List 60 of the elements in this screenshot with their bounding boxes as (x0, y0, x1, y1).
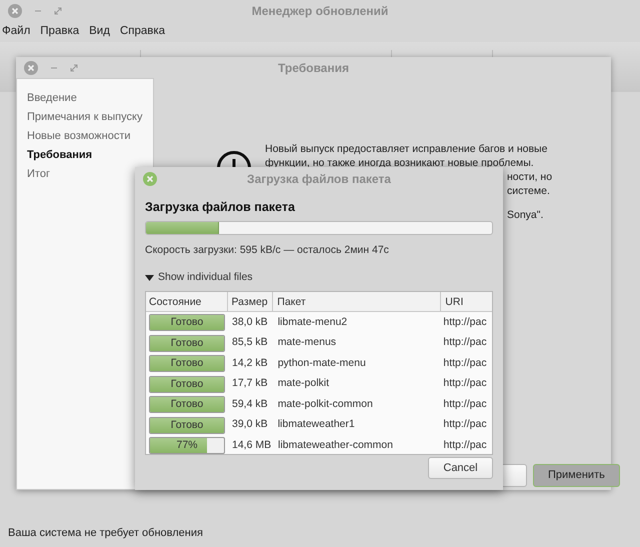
table-cell-text: 17,7 kB (231, 376, 269, 392)
apply-button[interactable]: Применить (533, 464, 620, 487)
sidebar-item[interactable]: Новые возможности (17, 127, 153, 146)
column-header[interactable]: Пакет (273, 292, 442, 312)
column-header[interactable]: Состояние (146, 292, 228, 312)
table-cell-text: http://pac (442, 376, 488, 392)
status-text: Готово (170, 336, 204, 350)
window-title: Загрузка файлов пакета (247, 170, 391, 188)
maximize-button[interactable] (54, 7, 62, 15)
maximize-button[interactable] (70, 64, 78, 72)
table-cell-text: libmate-menu2 (276, 314, 348, 330)
body-text: ности, но (507, 170, 552, 184)
status-text: Готово (170, 397, 204, 412)
table-cell-text: 14,2 kB (231, 356, 269, 371)
table-cell-text: 59,4 kB (231, 396, 269, 412)
table-cell-text: 38,0 kB (231, 314, 269, 330)
close-button[interactable] (8, 4, 22, 18)
table-cell-text: mate-menus (276, 335, 338, 350)
status-text: Ваша система не требует обновления (8, 526, 203, 541)
table-cell-text: http://pac (442, 356, 488, 371)
column-header[interactable]: URI (441, 292, 492, 312)
close-button[interactable] (24, 61, 38, 75)
table-cell-text: mate-polkit-common (276, 396, 374, 412)
body-text: Новый выпуск предоставляет исправление багов и новые (265, 142, 548, 156)
table-cell-text: 85,5 kB (231, 335, 269, 350)
table-cell-text: 39,0 kB (231, 417, 269, 432)
column-header[interactable]: Размер (228, 292, 274, 312)
body-text: системе. (507, 184, 550, 198)
status-text: 77% (175, 438, 198, 453)
table-cell-text: 14,6 MB (231, 438, 272, 453)
status-text: Готово (170, 376, 204, 392)
expander[interactable]: Show individual files (145, 270, 253, 286)
menu-item[interactable]: Правка (40, 23, 80, 41)
menu-item[interactable]: Справка (120, 23, 166, 41)
close-button[interactable] (143, 172, 157, 186)
cancel-button[interactable]: Cancel (428, 457, 493, 479)
table-cell-text: http://pac (442, 335, 488, 350)
table-cell-text: libmateweather-common (277, 438, 394, 453)
menu-item[interactable]: Файл (2, 23, 30, 41)
table-cell-text: libmateweather1 (276, 417, 356, 432)
sidebar-item[interactable]: Требования (17, 146, 153, 165)
table-cell-text: python-mate-menu (276, 356, 367, 371)
window-title: Требования (278, 60, 349, 77)
warning-icon (216, 150, 252, 167)
menu-item[interactable]: Вид (89, 23, 110, 41)
speed-text: Скорость загрузки: 595 kB/с — осталось 2мин 47с (145, 242, 390, 258)
sidebar-item[interactable]: Введение (17, 89, 153, 108)
status-text: Готово (170, 315, 204, 330)
status-text: Готово (170, 418, 204, 432)
sidebar-item[interactable]: Примечания к выпуску (17, 108, 153, 127)
table-cell-text: http://pac (442, 417, 488, 432)
table-cell-text: mate-polkit (276, 376, 330, 392)
heading: Загрузка файлов пакета (145, 199, 296, 216)
body-text: функции, но также иногда возникают новые проблемы. (265, 156, 534, 170)
body-text: Sonya". (507, 208, 544, 222)
table-cell-text: http://pac (442, 438, 488, 453)
status-text: Готово (170, 356, 204, 371)
table-cell-text: http://pac (442, 314, 488, 330)
window-title: Менеджер обновлений (252, 3, 388, 20)
table-cell-text: http://pac (442, 396, 488, 412)
